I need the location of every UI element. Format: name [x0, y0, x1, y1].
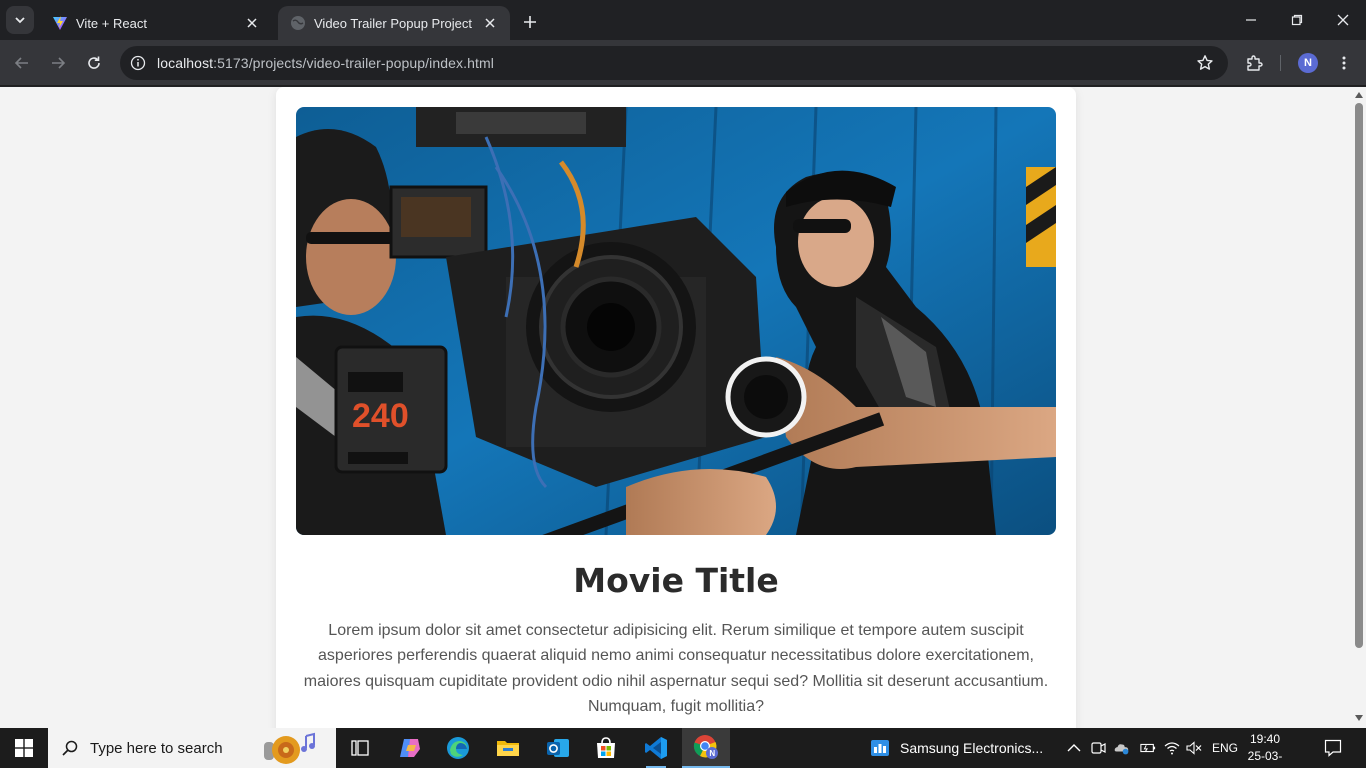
- task-view-icon: [351, 740, 369, 756]
- outlook-icon: [547, 739, 569, 757]
- movie-description: Lorem ipsum dolor sit amet consectetur a…: [303, 622, 1049, 716]
- extensions-button[interactable]: [1240, 49, 1268, 77]
- page-title: Movie Title: [573, 561, 779, 600]
- windows-logo-icon: [15, 739, 33, 757]
- arrow-right-icon: [52, 57, 66, 69]
- arrow-left-icon: [14, 57, 28, 69]
- tab-vite-react[interactable]: Vite + React: [40, 6, 272, 40]
- tab-title: Vite + React: [76, 15, 147, 31]
- hero-photo: 240: [296, 107, 1056, 535]
- notification-center-icon[interactable]: [1324, 739, 1342, 757]
- minimize-button[interactable]: [1228, 0, 1274, 40]
- forward-button[interactable]: [44, 49, 72, 77]
- plus-icon: [524, 16, 536, 28]
- windows-taskbar: Type here to search N Samsung Electronic…: [0, 728, 1366, 768]
- address-bar[interactable]: localhost:5173/projects/video-trailer-po…: [120, 46, 1228, 80]
- copilot-icon: [400, 739, 420, 757]
- onedrive-icon[interactable]: [1114, 740, 1130, 756]
- site-info-icon[interactable]: [120, 46, 156, 80]
- chevron-up-icon[interactable]: [1066, 740, 1082, 756]
- scroll-down-arrow-icon[interactable]: [1354, 714, 1364, 722]
- restore-button[interactable]: [1274, 0, 1320, 40]
- tab-video-trailer-popup[interactable]: Video Trailer Popup Project: [278, 6, 510, 40]
- movie-card: 240 Movie Title Lorem ipsum dolor sit am…: [276, 87, 1076, 728]
- page-viewport: 240 Movie Title Lorem ipsum dolor sit am…: [0, 87, 1366, 728]
- close-window-button[interactable]: [1320, 0, 1366, 40]
- browser-menu-button[interactable]: [1330, 49, 1358, 77]
- taskbar-search-input[interactable]: Type here to search: [48, 728, 336, 768]
- volume-muted-icon[interactable]: [1186, 740, 1202, 756]
- task-view-button[interactable]: [336, 728, 384, 768]
- reload-button[interactable]: [80, 49, 108, 77]
- svg-text:N: N: [709, 749, 715, 758]
- back-button[interactable]: [8, 49, 36, 77]
- battery-icon[interactable]: [1140, 740, 1156, 756]
- close-icon[interactable]: [482, 15, 498, 31]
- close-icon[interactable]: [244, 15, 260, 31]
- restore-icon: [1291, 14, 1303, 26]
- scrollbar-thumb[interactable]: [1355, 103, 1363, 648]
- meet-now-icon[interactable]: [1090, 740, 1106, 756]
- puzzle-piece-icon: [1247, 55, 1263, 71]
- toolbar-divider: [1280, 55, 1281, 71]
- svg-text:240: 240: [352, 397, 409, 435]
- clock-date: 25-03-2025: [1247, 749, 1283, 768]
- url-text: localhost:5173/projects/video-trailer-po…: [157, 55, 494, 71]
- close-icon: [1337, 14, 1349, 26]
- scroll-up-arrow-icon[interactable]: [1354, 91, 1364, 99]
- avatar: N: [1298, 53, 1318, 73]
- chevron-down-icon: [15, 17, 25, 24]
- search-highlight-icon: [264, 732, 315, 764]
- search-placeholder: Type here to search: [90, 739, 223, 757]
- tab-title: Video Trailer Popup Project: [314, 15, 473, 31]
- taskbar-outlook[interactable]: [534, 728, 582, 768]
- tab-search-button[interactable]: [6, 6, 34, 34]
- store-icon: [597, 737, 615, 758]
- folder-icon: [497, 741, 519, 756]
- language-indicator[interactable]: ENG: [1212, 741, 1238, 755]
- profile-button[interactable]: N: [1294, 49, 1322, 77]
- bookmark-star-icon[interactable]: [1196, 54, 1214, 72]
- start-button[interactable]: [0, 728, 48, 768]
- app-icon: [871, 740, 889, 756]
- more-vertical-icon: [1342, 56, 1346, 70]
- page-scrollbar[interactable]: [1352, 87, 1366, 728]
- system-clock[interactable]: 19:40 25-03-2025: [1240, 731, 1290, 768]
- taskbar-edge[interactable]: [434, 728, 482, 768]
- search-icon: [62, 740, 78, 756]
- browser-toolbar: localhost:5173/projects/video-trailer-po…: [0, 40, 1366, 86]
- edge-icon: [447, 737, 469, 759]
- url-path: :5173/projects/video-trailer-popup/index…: [213, 55, 494, 71]
- globe-icon: [291, 16, 305, 30]
- taskbar-file-explorer[interactable]: [484, 728, 532, 768]
- hero-image[interactable]: 240: [296, 107, 1056, 535]
- taskbar-store[interactable]: [582, 728, 630, 768]
- chrome-icon: N: [693, 735, 718, 759]
- taskbar-samsung-notification[interactable]: Samsung Electronics...: [870, 728, 1043, 768]
- taskbar-chrome[interactable]: N: [682, 728, 730, 768]
- reload-icon: [88, 56, 100, 69]
- taskbar-copilot[interactable]: [386, 728, 434, 768]
- taskbar-vscode[interactable]: [632, 728, 680, 768]
- new-tab-button[interactable]: [518, 10, 542, 34]
- minimize-icon: [1246, 19, 1256, 21]
- url-host: localhost: [157, 55, 214, 71]
- vite-logo-icon: [53, 16, 67, 30]
- notification-app-label: Samsung Electronics...: [900, 740, 1044, 756]
- vscode-icon: [645, 737, 667, 759]
- tab-strip: Vite + React Video Trailer Popup Project: [0, 0, 1366, 40]
- wifi-icon[interactable]: [1164, 740, 1180, 756]
- clock-time: 19:40: [1249, 732, 1281, 746]
